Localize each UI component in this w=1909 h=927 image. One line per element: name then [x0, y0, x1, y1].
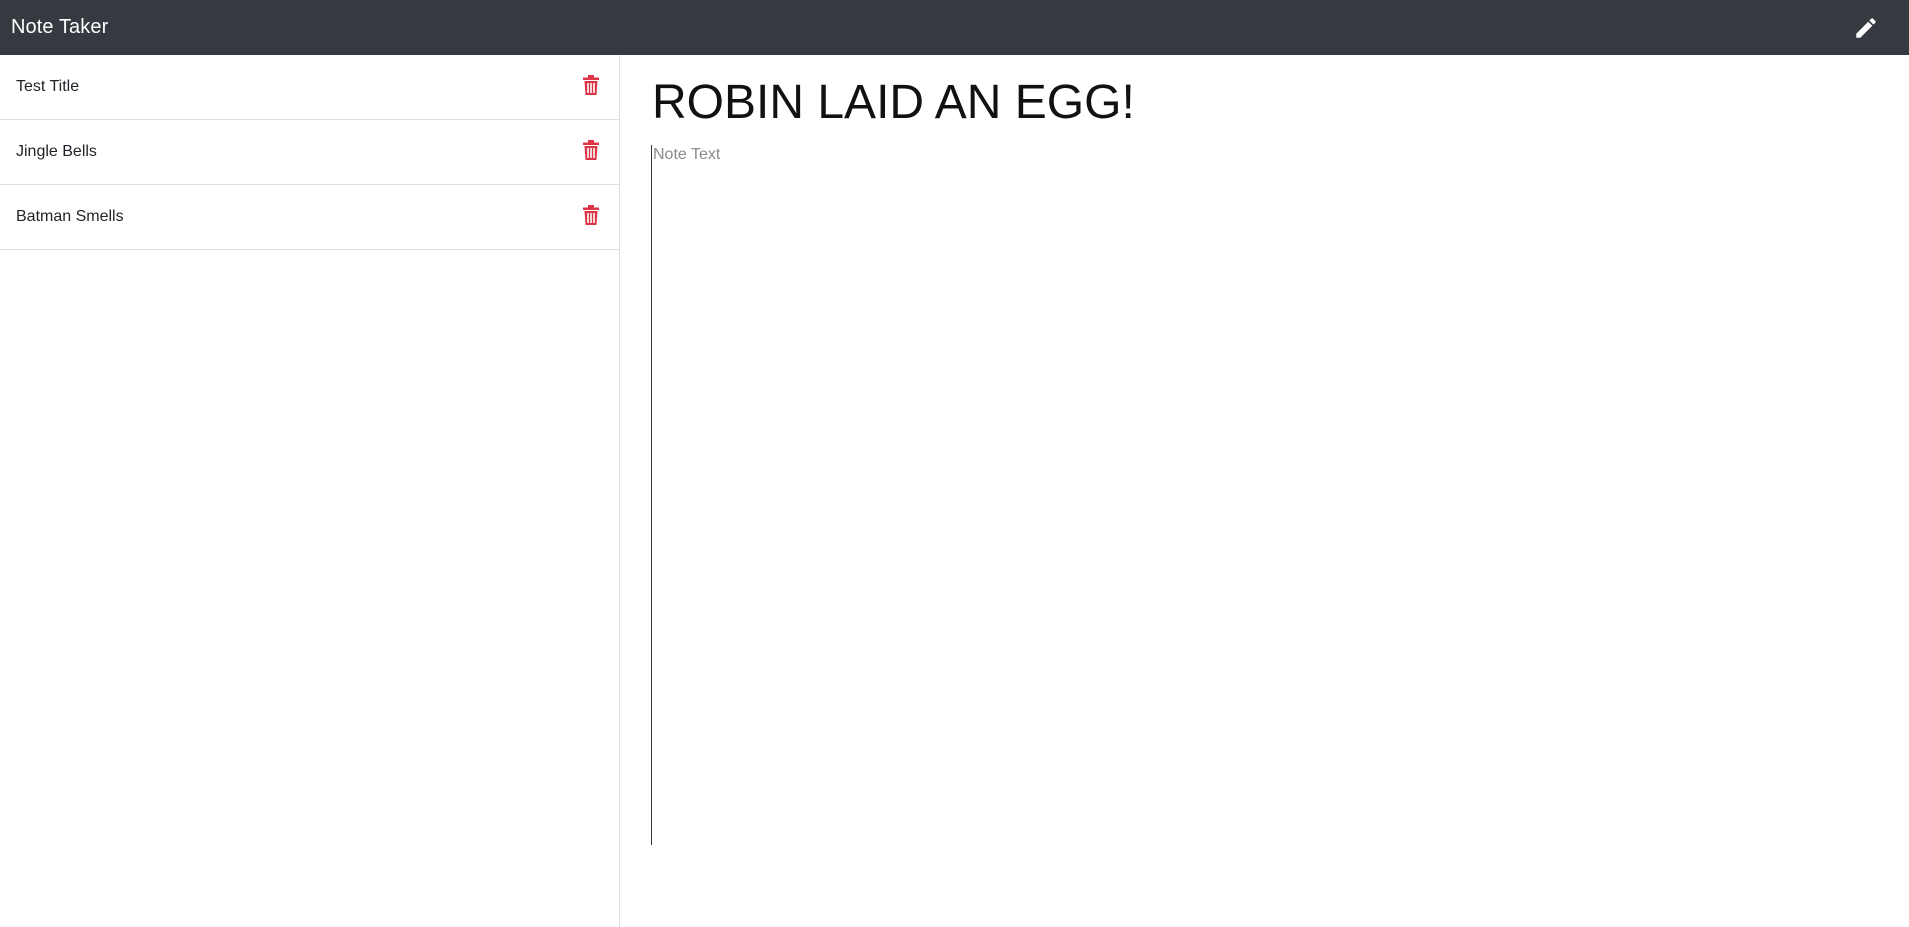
note-editor	[621, 55, 1909, 927]
note-title[interactable]: Batman Smells	[16, 208, 124, 226]
note-list: Test Title Jingle Bells Batman Smells	[0, 55, 619, 250]
pencil-icon[interactable]	[1851, 13, 1881, 43]
note-title[interactable]: Test Title	[16, 78, 79, 96]
trash-icon[interactable]	[580, 138, 602, 162]
note-title[interactable]: Jingle Bells	[16, 143, 97, 161]
note-text-area[interactable]	[651, 145, 1851, 845]
notes-sidebar: Test Title Jingle Bells Batman Smells	[0, 55, 620, 927]
trash-icon[interactable]	[580, 73, 602, 97]
list-item[interactable]: Test Title	[0, 55, 619, 120]
list-item[interactable]: Batman Smells	[0, 185, 619, 250]
list-item[interactable]: Jingle Bells	[0, 120, 619, 185]
trash-icon[interactable]	[580, 203, 602, 227]
note-title-input[interactable]	[651, 69, 1851, 135]
navbar: Note Taker	[0, 0, 1909, 55]
app-title[interactable]: Note Taker	[11, 16, 108, 39]
